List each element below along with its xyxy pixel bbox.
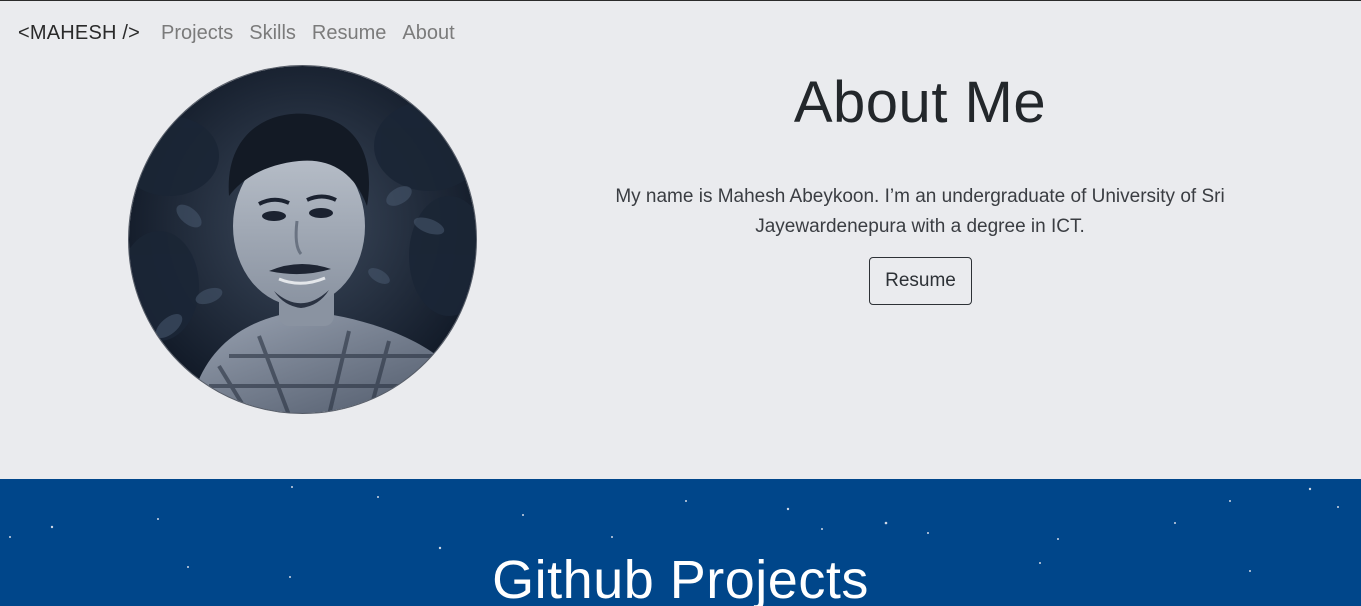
resume-button[interactable]: Resume [869,257,972,305]
nav-link-about[interactable]: About [402,22,454,45]
projects-title: Github Projects [492,550,869,606]
nav-link-projects[interactable]: Projects [161,22,233,45]
nav-link-skills[interactable]: Skills [249,22,296,45]
profile-photo-icon [129,66,476,413]
profile-avatar [128,65,477,414]
about-title: About Me [793,70,1047,135]
brand-logo[interactable]: <MAHESH /> [18,22,140,45]
nav-link-resume[interactable]: Resume [312,22,386,45]
about-section: About Me My name is Mahesh Abeykoon. I’m… [0,1,1361,479]
nav-links: Projects Skills Resume About [161,22,455,45]
projects-section: Github Projects [0,479,1361,606]
about-description: My name is Mahesh Abeykoon. I’m an under… [615,186,1225,237]
navbar: <MAHESH /> Projects Skills Resume About [0,1,1361,65]
